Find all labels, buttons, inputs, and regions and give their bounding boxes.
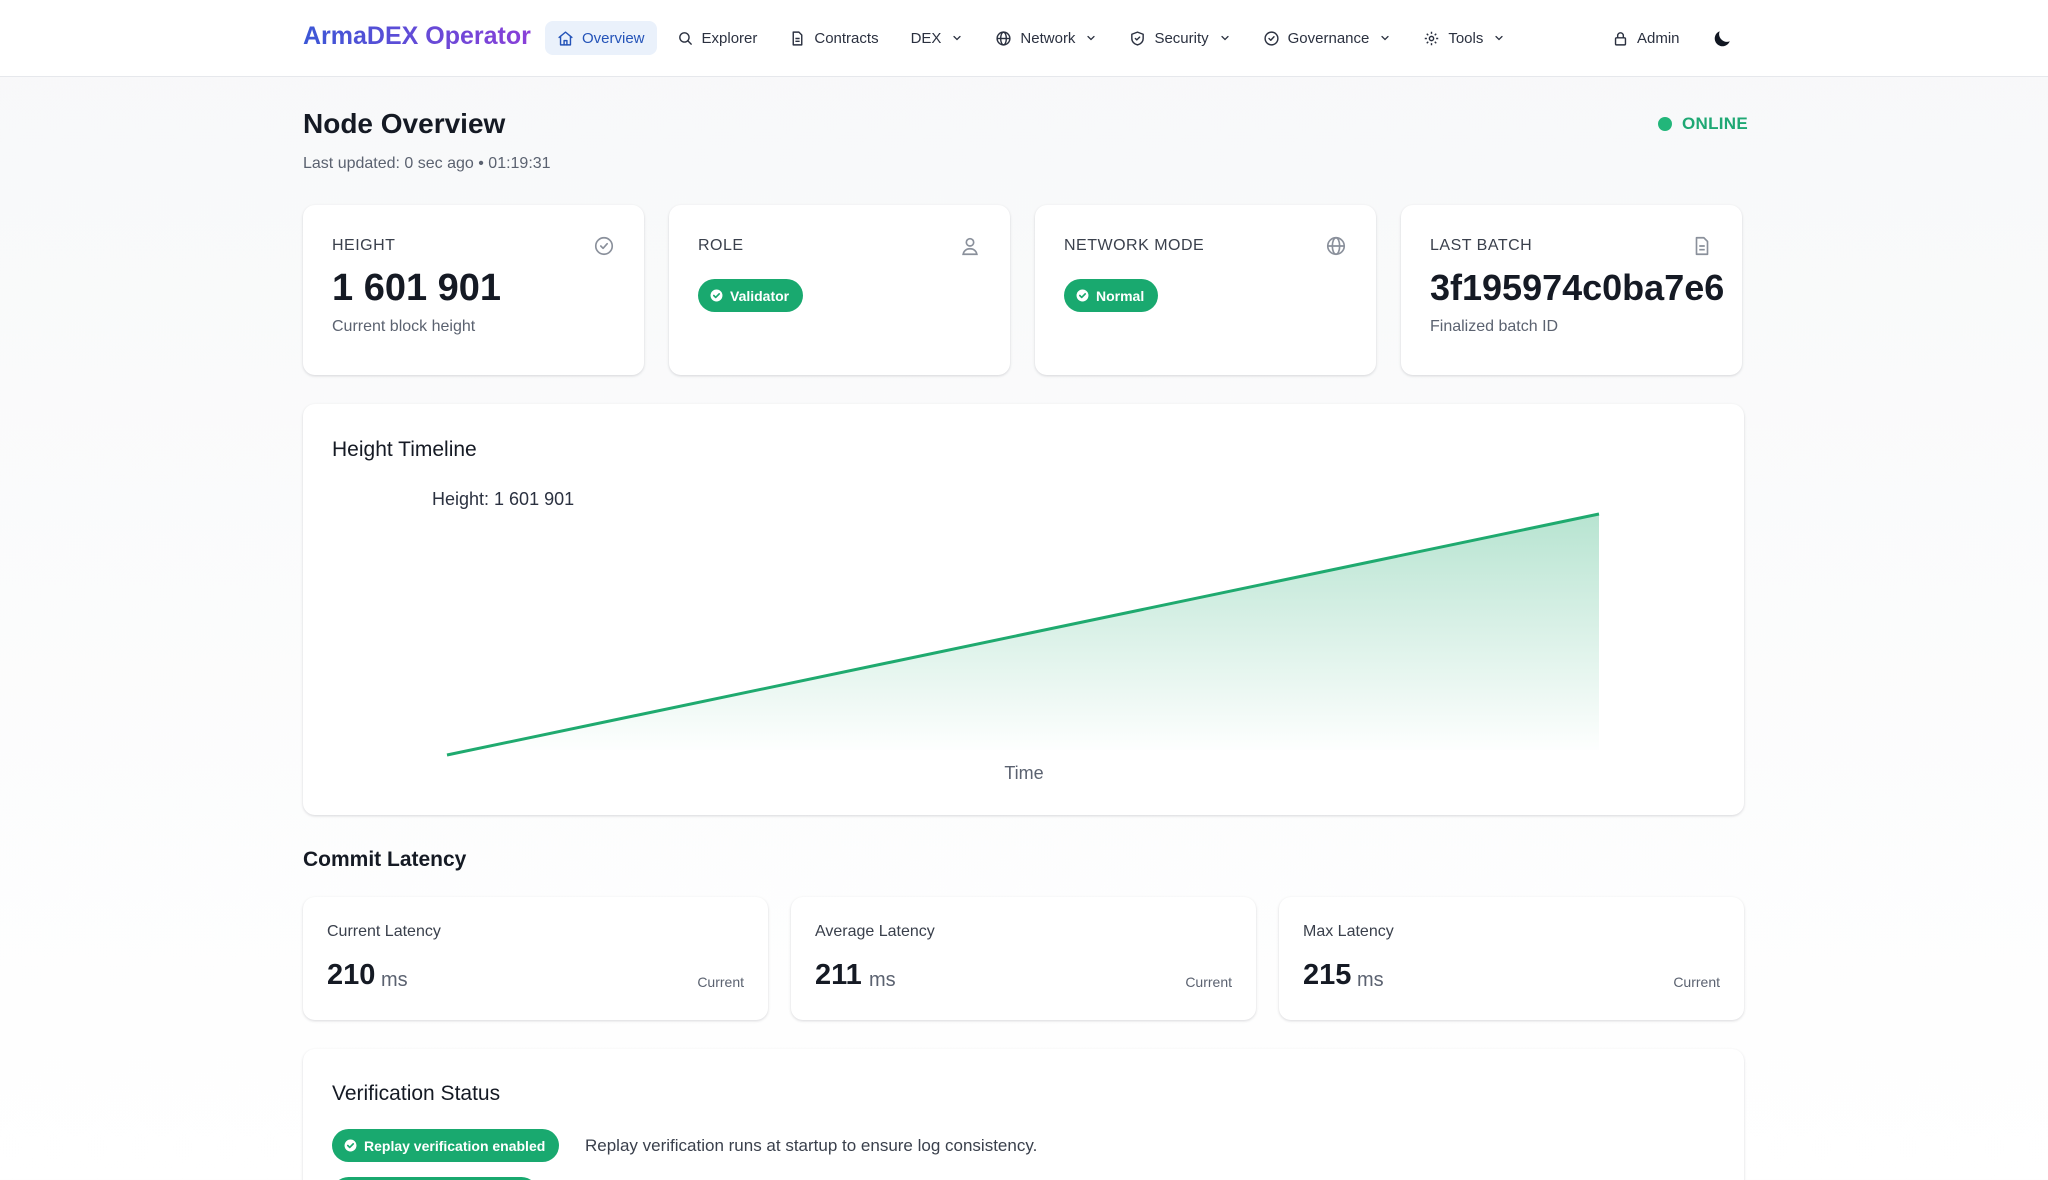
nav-explorer-label: Explorer: [701, 29, 758, 47]
document-icon: [1695, 236, 1709, 256]
nav-security[interactable]: Security: [1117, 21, 1242, 55]
current-latency-tag: Current: [697, 974, 744, 990]
height-timeline-chart: Height: 1 601 901 Time: [432, 489, 1600, 783]
home-icon: [558, 30, 573, 46]
status-text: ONLINE: [1682, 114, 1749, 133]
max-latency-card: Max Latency 215 ms Current: [1279, 897, 1744, 1020]
last-batch-description: Finalized batch ID: [1430, 318, 1559, 335]
brand-logo[interactable]: ArmaDEX Operator: [303, 22, 531, 51]
height-label: HEIGHT: [332, 237, 396, 254]
chevron-down-icon: [1381, 35, 1389, 41]
average-latency-card: Average Latency 211 ms Current: [791, 897, 1256, 1020]
network-mode-label: NETWORK MODE: [1064, 237, 1205, 254]
node-status-indicator: ONLINE: [1658, 114, 1748, 134]
max-latency-value: 215: [1303, 959, 1352, 991]
globe-icon: [996, 30, 1012, 46]
average-latency-unit: ms: [869, 969, 896, 991]
network-mode-badge: Normal: [1064, 279, 1159, 312]
current-latency-label: Current Latency: [327, 923, 441, 940]
replay-verification-badge-label: Replay verification enabled: [364, 1137, 546, 1154]
role-badge: Validator: [698, 279, 804, 312]
max-latency-tag: Current: [1673, 974, 1720, 990]
replay-verification-description: Replay verification runs at startup to e…: [585, 1136, 1038, 1155]
gear-icon: [1425, 31, 1439, 45]
nav-governance[interactable]: Governance: [1251, 21, 1404, 55]
height-timeline-card: Height Timeline Height: 1 601 901 Time: [303, 404, 1744, 815]
nav-governance-label: Governance: [1287, 29, 1370, 47]
status-dot: [1658, 117, 1672, 131]
lock-icon: [1614, 31, 1627, 46]
nav-explorer[interactable]: Explorer: [665, 21, 770, 55]
check-circle-icon: [1264, 30, 1279, 46]
average-latency-value: 211: [815, 959, 862, 991]
max-latency-label: Max Latency: [1303, 923, 1394, 940]
network-mode-card: NETWORK MODE Normal: [1035, 205, 1376, 375]
globe-icon: [1326, 236, 1346, 256]
height-value: 1 601 901: [332, 267, 502, 309]
document-icon: [792, 30, 803, 46]
last-batch-card: LAST BATCH 3f195974c0ba7e6 Finalized bat…: [1401, 205, 1742, 375]
verification-status-card: Verification Status Replay verification …: [303, 1049, 1744, 1180]
current-latency-card: Current Latency 210 ms Current: [303, 897, 768, 1020]
moon-icon: [1714, 31, 1730, 47]
nav-overview-label: Overview: [582, 29, 645, 47]
check-circle-icon: [344, 1139, 357, 1152]
chevron-down-icon: [1221, 35, 1229, 41]
role-badge-label: Validator: [730, 287, 790, 304]
height-card: HEIGHT 1 601 901 Current block height: [303, 205, 644, 375]
role-card: ROLE Validator: [669, 205, 1010, 375]
check-circle-icon: [594, 236, 614, 256]
chevron-down-icon: [1495, 35, 1503, 41]
verification-title: Verification Status: [332, 1082, 501, 1105]
chevron-down-icon: [1087, 35, 1096, 41]
nav-tools-label: Tools: [1448, 29, 1484, 47]
replay-verification-badge: Replay verification enabled: [332, 1129, 560, 1162]
chevron-down-icon: [953, 35, 962, 41]
role-label: ROLE: [698, 237, 744, 254]
average-latency-tag: Current: [1185, 974, 1232, 990]
user-icon: [962, 237, 978, 256]
shield-icon: [1131, 30, 1145, 46]
search-icon: [678, 31, 692, 45]
height-description: Current block height: [332, 318, 476, 335]
network-mode-badge-label: Normal: [1096, 287, 1145, 304]
chart-x-axis-label: Time: [1004, 763, 1043, 783]
top-navigation-bar: ArmaDEX Operator Overview Explorer Contr…: [0, 0, 2048, 77]
current-latency-unit: ms: [381, 969, 408, 991]
admin-label: Admin: [1637, 29, 1680, 47]
current-latency-value: 210: [327, 959, 376, 991]
last-updated-text: Last updated: 0 sec ago • 01:19:31: [303, 155, 551, 172]
nav-contracts-label: Contracts: [814, 29, 879, 47]
nav-network[interactable]: Network: [983, 21, 1109, 55]
commit-latency-title: Commit Latency: [303, 848, 467, 871]
check-circle-icon: [710, 289, 723, 302]
last-batch-label: LAST BATCH: [1430, 237, 1533, 254]
nav-tools[interactable]: Tools: [1411, 21, 1517, 55]
nav-security-label: Security: [1154, 29, 1209, 47]
nav-overview[interactable]: Overview: [545, 21, 657, 55]
nav-contracts[interactable]: Contracts: [777, 21, 890, 55]
page-title: Node Overview: [303, 108, 506, 139]
check-circle-icon: [1076, 289, 1089, 302]
nav-dex[interactable]: DEX: [899, 21, 976, 55]
theme-toggle-button[interactable]: [1707, 24, 1737, 54]
max-latency-unit: ms: [1357, 969, 1384, 991]
nav-network-label: Network: [1020, 29, 1076, 47]
average-latency-label: Average Latency: [815, 923, 935, 940]
admin-button[interactable]: Admin: [1600, 21, 1692, 55]
chart-tooltip-label: Height: 1 601 901: [432, 489, 574, 509]
main-nav: Overview Explorer Contracts DEX Network …: [545, 21, 1517, 55]
nav-dex-label: DEX: [910, 29, 942, 47]
last-batch-value: 3f195974c0ba7e6: [1430, 267, 1725, 308]
